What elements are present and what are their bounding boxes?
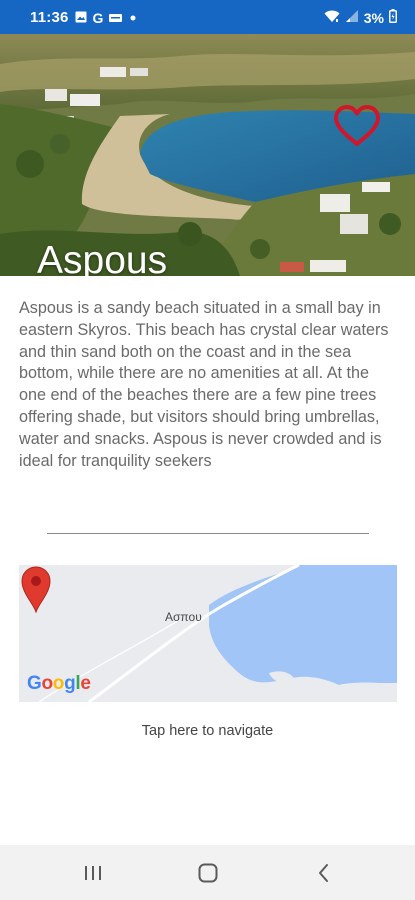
status-right: 3% [324, 9, 397, 26]
gallery-icon [75, 10, 87, 26]
dot-icon [128, 10, 138, 26]
home-button[interactable] [193, 859, 223, 887]
navigate-link[interactable]: Tap here to navigate [0, 723, 415, 739]
map-preview[interactable]: Ασπου Google [19, 565, 397, 702]
signal-icon [345, 9, 359, 26]
recents-icon [85, 866, 101, 880]
message-icon [109, 10, 123, 26]
recents-button[interactable] [78, 859, 108, 887]
place-title: Aspous [37, 239, 168, 276]
status-left: 11:36 G [30, 9, 138, 26]
google-g-icon: G [92, 9, 104, 26]
battery-icon [389, 9, 397, 26]
place-description: Aspous is a sandy beach situated in a sm… [19, 299, 389, 470]
home-icon [198, 863, 218, 883]
map-place-label: Ασπου [165, 610, 202, 624]
status-time: 11:36 [30, 9, 69, 26]
screen: 11:36 G 3% Aspous Aspous is a sandy beac… [0, 0, 415, 900]
heart-outline-icon [334, 105, 380, 146]
hero-image: Aspous [0, 34, 415, 276]
google-logo-text: Google [27, 673, 91, 694]
map-pin-icon [21, 566, 51, 613]
back-button[interactable] [309, 859, 339, 887]
battery-percent: 3% [363, 9, 384, 26]
system-nav-bar [0, 845, 415, 900]
google-logo: Google [27, 673, 91, 695]
status-bar: 11:36 G 3% [0, 0, 415, 34]
back-icon [319, 864, 328, 882]
wifi-icon [324, 10, 340, 26]
favorite-button[interactable] [333, 104, 381, 148]
divider [47, 533, 369, 534]
